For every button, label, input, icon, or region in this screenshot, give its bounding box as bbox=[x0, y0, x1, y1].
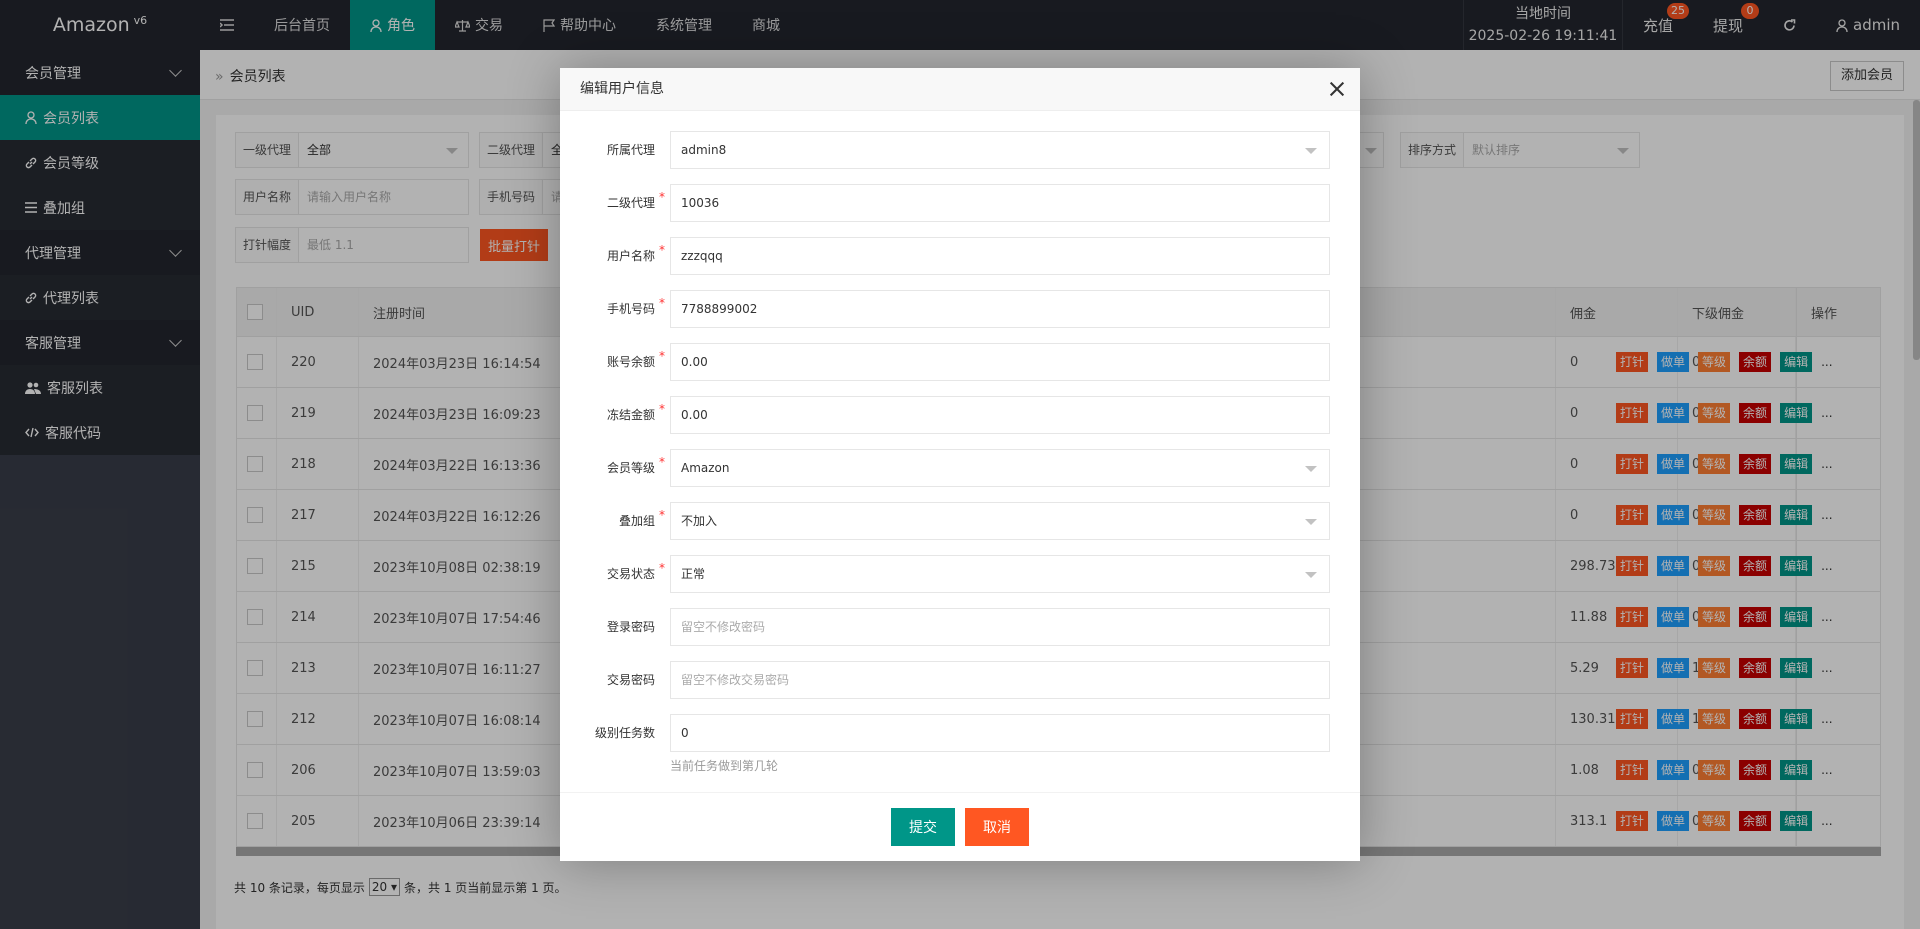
agent-label: 所属代理 bbox=[606, 143, 655, 157]
stack-group-value: 不加入 bbox=[681, 514, 718, 528]
form-row-sub-agent: 二级代理 * 10036 bbox=[560, 184, 1360, 222]
required-mark: * bbox=[659, 508, 665, 522]
trade-status-value: 正常 bbox=[681, 567, 706, 581]
trade-status-label: 交易状态 bbox=[606, 567, 655, 581]
level-value: Amazon bbox=[681, 461, 730, 475]
form-row-task-count: 级别任务数 0 bbox=[560, 714, 1360, 752]
required-mark: * bbox=[659, 349, 665, 363]
task-count-input[interactable]: 0 bbox=[670, 714, 1330, 752]
trade-password-input[interactable]: 留空不修改交易密码 bbox=[670, 661, 1330, 699]
form-row-stack-group: 叠加组 * 不加入 bbox=[560, 502, 1360, 540]
required-mark: * bbox=[659, 561, 665, 575]
login-password-input[interactable]: 留空不修改密码 bbox=[670, 608, 1330, 646]
balance-label: 账号余额 bbox=[606, 355, 655, 369]
required-mark: * bbox=[659, 296, 665, 310]
form-row-agent: 所属代理 admin8 bbox=[560, 131, 1360, 169]
caret-down-icon bbox=[1305, 466, 1317, 472]
required-mark: * bbox=[659, 190, 665, 204]
trade-password-label: 交易密码 bbox=[606, 673, 655, 687]
agent-value: admin8 bbox=[681, 143, 727, 157]
task-count-hint: 当前任务做到第几轮 bbox=[670, 759, 779, 773]
task-count-label: 级别任务数 bbox=[594, 726, 655, 740]
caret-down-icon bbox=[1305, 519, 1317, 525]
edit-user-modal: 编辑用户信息 所属代理 admin8 二级代理 * 10036 用户名称 * z… bbox=[560, 68, 1360, 861]
close-icon[interactable] bbox=[1328, 80, 1346, 98]
sub-agent-input[interactable]: 10036 bbox=[670, 184, 1330, 222]
cancel-button[interactable]: 取消 bbox=[965, 808, 1029, 846]
username-label: 用户名称 bbox=[606, 249, 655, 263]
trade-status-select[interactable]: 正常 bbox=[670, 555, 1330, 593]
frozen-label: 冻结金额 bbox=[606, 408, 655, 422]
phone-input[interactable]: 7788899002 bbox=[670, 290, 1330, 328]
frozen-input[interactable]: 0.00 bbox=[670, 396, 1330, 434]
form-row-balance: 账号余额 * 0.00 bbox=[560, 343, 1360, 381]
sub-agent-label: 二级代理 bbox=[606, 196, 655, 210]
phone-label: 手机号码 bbox=[606, 302, 655, 316]
login-password-label: 登录密码 bbox=[606, 620, 655, 634]
required-mark: * bbox=[659, 402, 665, 416]
form-row-frozen: 冻结金额 * 0.00 bbox=[560, 396, 1360, 434]
form-row-login-password: 登录密码 留空不修改密码 bbox=[560, 608, 1360, 646]
stack-group-label: 叠加组 bbox=[618, 514, 655, 528]
balance-input[interactable]: 0.00 bbox=[670, 343, 1330, 381]
submit-button[interactable]: 提交 bbox=[891, 808, 955, 846]
form-row-phone: 手机号码 * 7788899002 bbox=[560, 290, 1360, 328]
form-row-trade-status: 交易状态 * 正常 bbox=[560, 555, 1360, 593]
username-input[interactable]: zzzqqq bbox=[670, 237, 1330, 275]
caret-down-icon bbox=[1305, 148, 1317, 154]
form-row-trade-password: 交易密码 留空不修改交易密码 bbox=[560, 661, 1360, 699]
form-row-username: 用户名称 * zzzqqq bbox=[560, 237, 1360, 275]
stack-group-select[interactable]: 不加入 bbox=[670, 502, 1330, 540]
modal-footer: 提交 取消 bbox=[560, 792, 1360, 861]
caret-down-icon bbox=[1305, 572, 1317, 578]
level-label: 会员等级 bbox=[606, 461, 655, 475]
form-row-level: 会员等级 * Amazon bbox=[560, 449, 1360, 487]
required-mark: * bbox=[659, 455, 665, 469]
agent-select[interactable]: admin8 bbox=[670, 131, 1330, 169]
modal-title: 编辑用户信息 bbox=[560, 68, 1360, 111]
level-select[interactable]: Amazon bbox=[670, 449, 1330, 487]
required-mark: * bbox=[659, 243, 665, 257]
